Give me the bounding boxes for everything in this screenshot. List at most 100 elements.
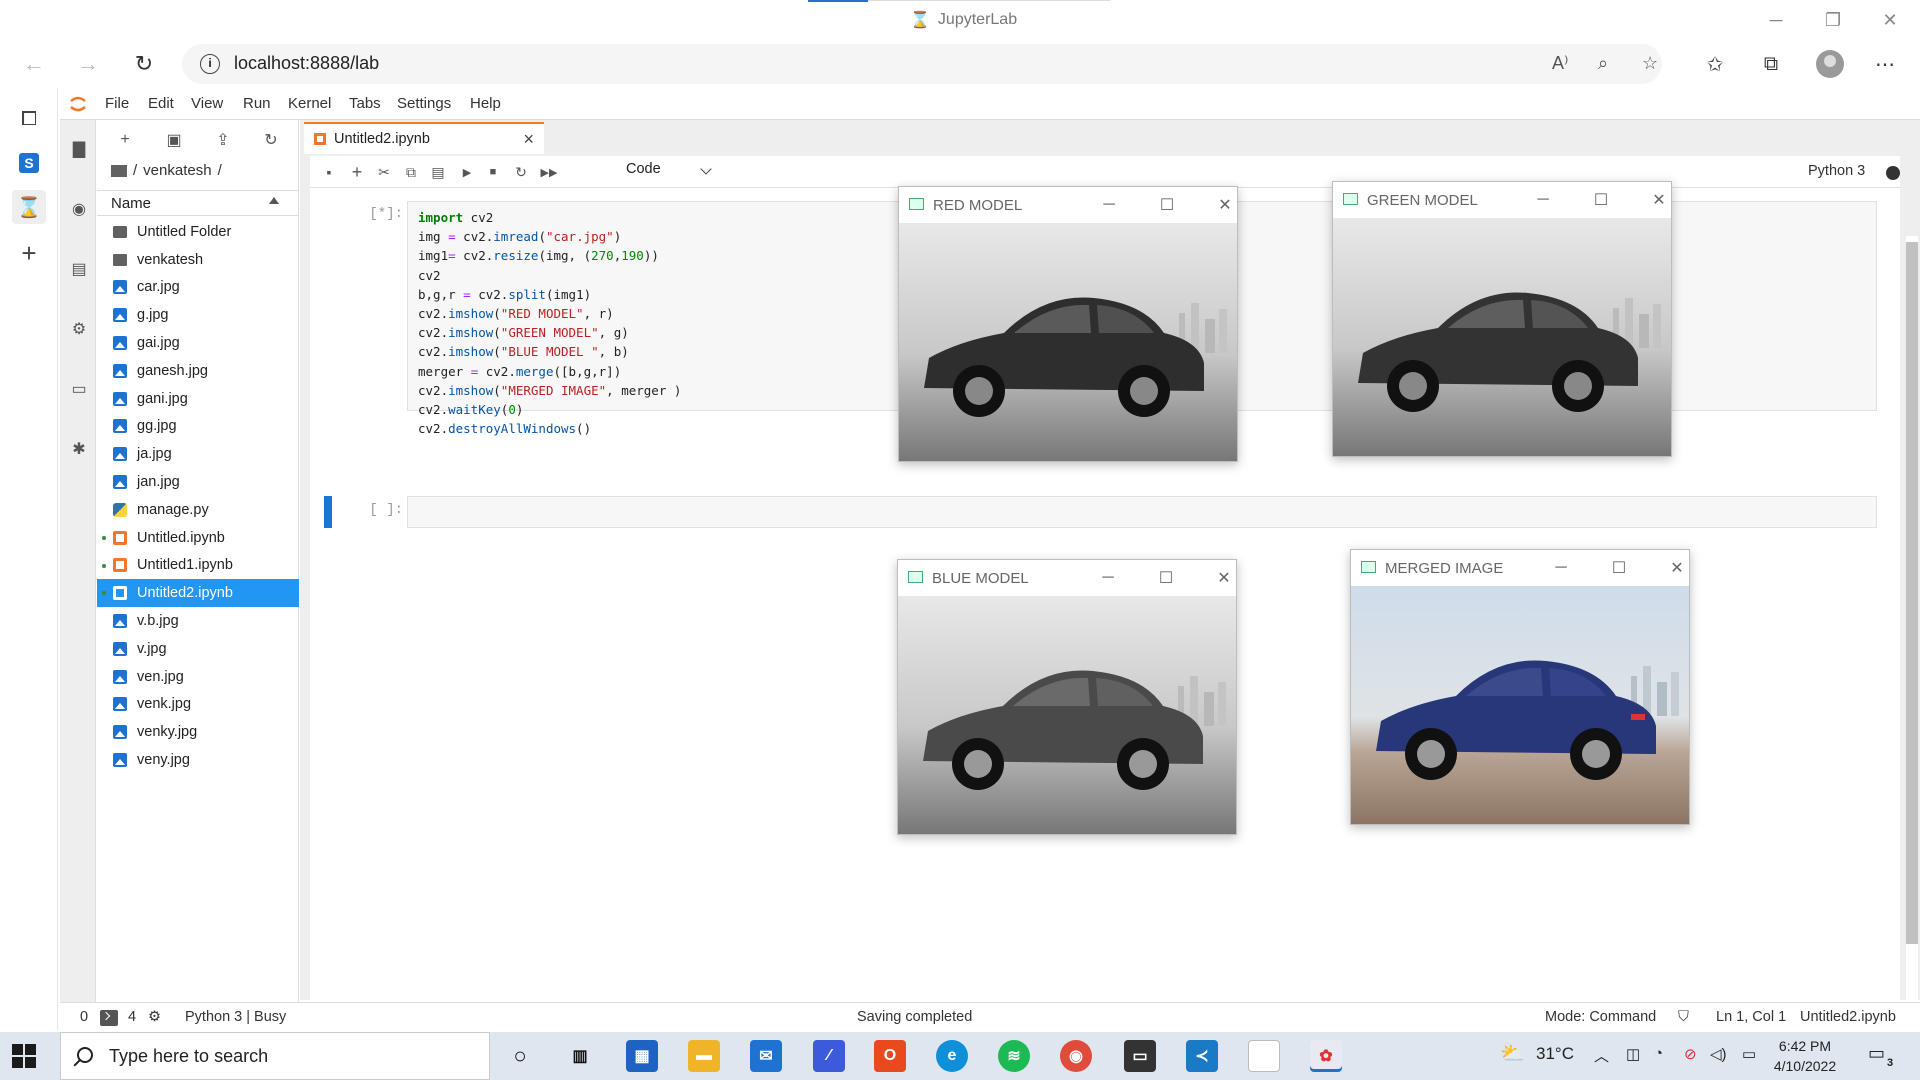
vscode-icon[interactable]: ≺ [1186,1040,1218,1072]
weather-icon[interactable]: ⛅ [1500,1041,1525,1066]
minimize-button[interactable]: ─ [1756,6,1796,34]
search-placeholder[interactable]: Type here to search [109,1046,268,1067]
cv-window-titlebar[interactable]: MERGED IMAGE ─ ☐ ✕ [1351,550,1689,586]
kernels-count[interactable]: 4 [128,1009,136,1025]
file-name[interactable]: Untitled1.ipynb [137,557,233,573]
menu-tabs[interactable]: Tabs [349,95,381,112]
taskbar-clock[interactable]: 6:42 PM 4/10/2022 [1760,1036,1850,1076]
mail-icon[interactable]: ✉ [750,1040,782,1072]
file-name[interactable]: manage.py [137,502,209,518]
jupyter-app-icon[interactable]: ⌛ [12,190,46,224]
notifications-icon[interactable]: ▭ [1868,1043,1885,1064]
maximize-icon[interactable]: ☐ [1599,556,1639,580]
maximize-icon[interactable]: ☐ [1147,193,1187,217]
property-inspector-icon[interactable]: ⚙ [68,318,90,340]
menu-run[interactable]: Run [243,95,271,112]
profile-avatar[interactable] [1816,50,1844,78]
more-options-icon[interactable]: ⋯ [1870,50,1900,78]
file-name[interactable]: venkatesh [137,252,203,268]
close-icon[interactable]: ✕ [1639,188,1679,212]
tab-untitled2[interactable]: Untitled2.ipynb × [304,122,544,154]
name-column-header[interactable]: Name [111,195,151,212]
taskbar-search[interactable]: Type here to search [60,1032,490,1080]
cv-window-merged[interactable]: MERGED IMAGE ─ ☐ ✕ [1350,549,1690,825]
network-alert-icon[interactable]: ⊘ [1684,1045,1697,1063]
file-name[interactable]: venk.jpg [137,696,191,712]
cursor-position[interactable]: Ln 1, Col 1 [1716,1009,1786,1025]
insert-cell-icon[interactable]: + [346,162,368,182]
favorites-icon[interactable]: ✩ [1700,50,1730,78]
zoom-icon[interactable]: ⌕ [1598,53,1608,74]
forward-button[interactable]: → [72,48,104,80]
read-aloud-icon[interactable]: A⁾ [1552,53,1568,74]
spotify-icon[interactable]: ≋ [998,1040,1030,1072]
kernel-status[interactable]: Python 3 | Busy [185,1009,286,1025]
menu-edit[interactable]: Edit [148,95,174,112]
minimize-icon[interactable]: ─ [1541,556,1581,580]
scrollbar-thumb[interactable] [1906,242,1918,944]
powerapps-icon[interactable]: ⁄ [813,1040,845,1072]
add-sidebar-app-icon[interactable]: + [14,238,44,268]
python-app-icon[interactable]: ✿ [1310,1040,1342,1072]
menu-settings[interactable]: Settings [397,95,451,112]
commands-icon[interactable]: ▤ [68,258,90,280]
code-cell-2[interactable] [407,496,1877,528]
file-row[interactable]: Untitled.ipynb [97,524,299,552]
file-explorer-icon[interactable]: ▬ [688,1040,720,1072]
chrome-icon[interactable]: ◉ [1060,1040,1092,1072]
cell-type-value[interactable]: Code [626,161,661,177]
store-icon[interactable]: ▦ [626,1040,658,1072]
file-row[interactable]: jan.jpg [97,468,299,496]
menu-file[interactable]: File [105,95,129,112]
file-browser-icon[interactable]: ▇ [68,138,90,160]
file-row[interactable]: manage.py [97,496,299,524]
collections-icon[interactable]: ⧉ [1756,50,1786,78]
battery-icon[interactable]: ▭ [1742,1045,1756,1063]
file-name[interactable]: g.jpg [137,307,168,323]
terminal-app-icon[interactable]: ▭ [1124,1040,1156,1072]
file-row[interactable]: ja.jpg [97,440,299,468]
maximize-icon[interactable]: ☐ [1581,188,1621,212]
tab-actions-icon[interactable]: ⧠ [14,104,44,134]
file-row[interactable]: veny.jpg [97,746,299,774]
refresh-button[interactable]: ↻ [128,48,160,80]
mode-indicator[interactable]: Mode: Command [1545,1009,1656,1025]
cut-icon[interactable]: ✂ [373,162,395,182]
close-window-button[interactable]: ✕ [1870,6,1910,34]
close-tab-icon[interactable]: × [523,129,534,150]
cv-window-blue[interactable]: BLUE MODEL ─ ☐ ✕ [897,559,1237,835]
tab-label[interactable]: Untitled2.ipynb [334,131,430,147]
file-name[interactable]: venky.jpg [137,724,197,740]
volume-icon[interactable]: ◁) [1710,1045,1727,1063]
file-row[interactable]: car.jpg [97,274,299,302]
save-icon[interactable]: ▪ [318,162,340,182]
menu-view[interactable]: View [191,95,223,112]
file-name[interactable]: Untitled2.ipynb [137,585,233,601]
site-info-icon[interactable]: i [200,54,220,74]
paste-icon[interactable]: ▤ [427,162,449,182]
restart-icon[interactable]: ↻ [510,162,532,182]
menu-help[interactable]: Help [470,95,501,112]
trust-icon[interactable]: ⛉ [1678,1009,1689,1025]
cell-type-select[interactable]: Code [626,161,716,183]
back-button[interactable]: ← [18,48,50,80]
file-list-header[interactable]: Name [97,190,299,216]
file-name[interactable]: gani.jpg [137,391,188,407]
breadcrumb-root[interactable]: / [133,162,137,179]
url-text[interactable]: localhost:8888/lab [234,53,379,74]
file-name[interactable]: jan.jpg [137,474,180,490]
file-row[interactable]: gg.jpg [97,413,299,441]
open-tabs-icon[interactable]: ▭ [68,378,90,400]
file-row[interactable]: g.jpg [97,301,299,329]
kernel-name[interactable]: Python 3 [1808,163,1865,179]
breadcrumb-folder[interactable]: venkatesh [143,162,211,179]
start-button[interactable] [12,1044,36,1068]
restore-button[interactable]: ❐ [1813,6,1853,34]
kernel-gear-icon[interactable]: ⚙ [148,1009,161,1025]
file-row[interactable]: v.jpg [97,635,299,663]
running-kernels-icon[interactable]: ◉ [68,198,90,220]
stop-icon[interactable]: ■ [482,162,504,182]
file-row[interactable]: Untitled Folder [97,218,299,246]
new-folder-icon[interactable]: ▣ [164,130,184,150]
file-row[interactable]: ganesh.jpg [97,357,299,385]
